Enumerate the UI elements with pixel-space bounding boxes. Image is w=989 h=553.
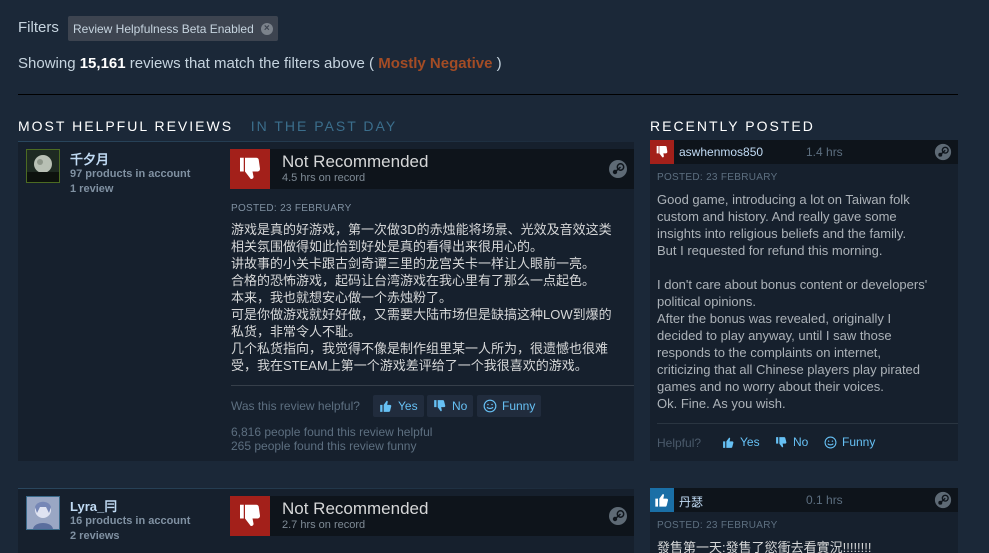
most-helpful-heading: MOST HELPFUL REVIEWS IN THE PAST DAY (18, 118, 398, 134)
recent-hours: 0.1 hrs (806, 493, 843, 507)
helpful-count: 6,816 people found this review helpful (231, 425, 433, 439)
recent-author-name[interactable]: 丹瑟 (679, 493, 703, 510)
steam-icon (934, 491, 952, 509)
thumbs-down-icon (230, 496, 270, 536)
avatar[interactable] (26, 496, 60, 530)
author-review-count[interactable]: 1 review (70, 183, 113, 195)
thumbs-down-icon (650, 140, 674, 164)
recent-author-name[interactable]: aswhenmos850 (679, 145, 763, 159)
author-products[interactable]: 16 products in account (70, 515, 190, 527)
funny-count: 265 people found this review funny (231, 439, 417, 453)
hours-on-record: 4.5 hrs on record (282, 172, 366, 184)
close-icon[interactable]: × (260, 22, 273, 35)
review-count: 15,161 (79, 55, 126, 72)
thumbs-up-icon (650, 488, 674, 512)
review-card: Lyra_冃 16 products in account 2 reviews … (18, 488, 634, 553)
filters-label: Filters (18, 19, 59, 36)
most-helpful-subheading: IN THE PAST DAY (250, 118, 398, 134)
vote-funny-button[interactable]: Funny (824, 435, 875, 449)
vote-no-button[interactable]: No (775, 435, 808, 449)
avatar[interactable] (26, 149, 60, 183)
thumbs-down-icon (776, 436, 787, 447)
vote-yes-button[interactable]: Yes (373, 395, 424, 417)
thumbs-up-icon (723, 437, 734, 448)
recent-review-body: 發售第一天:發售了慾衝去看實況!!!!!!!! (657, 540, 872, 553)
verdict-header[interactable]: Not Recommended 2.7 hrs on record (230, 496, 634, 536)
steam-icon (609, 160, 627, 178)
thumbs-up-icon (380, 400, 392, 412)
vote-funny-button[interactable]: Funny (477, 395, 542, 417)
recent-review-card: aswhenmos850 1.4 hrs POSTED: 23 FEBRUARY… (650, 140, 958, 461)
vote-yes-button[interactable]: Yes (722, 435, 760, 449)
recently-posted-heading: RECENTLY POSTED (650, 118, 815, 134)
helpful-question: Was this review helpful? (231, 399, 360, 413)
recent-review-header[interactable]: aswhenmos850 1.4 hrs (650, 140, 958, 164)
filter-chip-label: Review Helpfulness Beta Enabled (73, 21, 254, 36)
author-review-count[interactable]: 2 reviews (70, 530, 120, 542)
divider (231, 385, 634, 386)
author-name[interactable]: Lyra_冃 (70, 496, 117, 515)
hours-on-record: 2.7 hrs on record (282, 519, 366, 531)
recent-review-card: 丹瑟 0.1 hrs POSTED: 23 FEBRUARY 發售第一天:發售了… (650, 488, 958, 553)
thumbs-down-icon (230, 149, 270, 189)
steam-icon (609, 507, 627, 525)
steam-icon (934, 143, 952, 161)
filter-chip-helpfulness[interactable]: Review Helpfulness Beta Enabled × (68, 16, 278, 41)
verdict-header[interactable]: Not Recommended 4.5 hrs on record (230, 149, 634, 189)
smiley-icon (483, 399, 497, 413)
recent-review-header[interactable]: 丹瑟 0.1 hrs (650, 488, 958, 512)
posted-date: POSTED: 23 FEBRUARY (231, 203, 352, 214)
review-body: 游戏是真的好游戏，第一次做3D的赤烛能将场景、光效及音效这类 相关氛围做得如此恰… (231, 222, 612, 373)
smiley-icon (824, 436, 837, 448)
author-products[interactable]: 97 products in account (70, 168, 190, 180)
divider (657, 423, 958, 424)
card-top-border (18, 488, 634, 489)
posted-date: POSTED: 23 FEBRUARY (657, 520, 778, 531)
rating-summary[interactable]: Mostly Negative (378, 55, 492, 72)
divider (18, 94, 958, 95)
helpful-question: Helpful? (657, 436, 702, 450)
verdict-title: Not Recommended (282, 499, 429, 518)
review-card: 千夕月 97 products in account 1 review Not … (18, 141, 634, 461)
review-count-summary: Showing 15,161 reviews that match the fi… (18, 55, 502, 72)
card-top-border (18, 141, 634, 142)
author-name[interactable]: 千夕月 (70, 149, 109, 168)
thumbs-down-icon (434, 400, 446, 412)
verdict-title: Not Recommended (282, 152, 429, 171)
recent-hours: 1.4 hrs (806, 145, 843, 159)
vote-no-button[interactable]: No (427, 395, 474, 417)
recent-review-body: Good game, introducing a lot on Taiwan f… (657, 192, 928, 411)
posted-date: POSTED: 23 FEBRUARY (657, 172, 778, 183)
